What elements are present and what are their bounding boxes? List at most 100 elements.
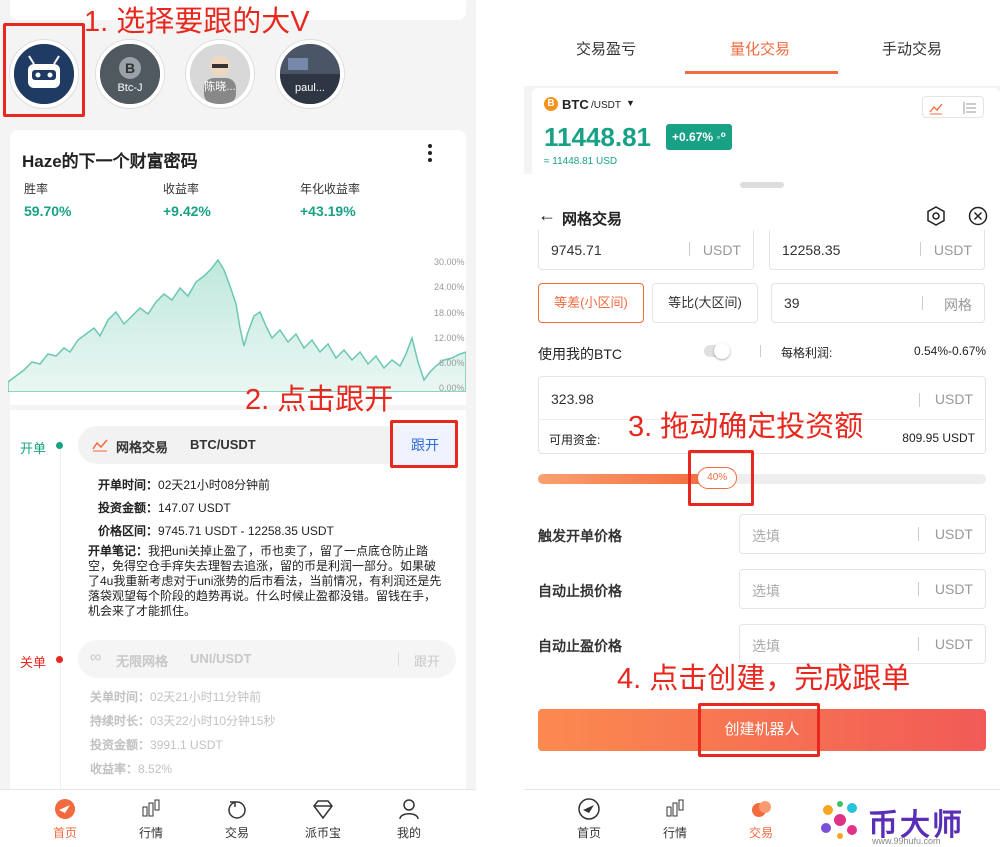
user-icon (399, 799, 419, 820)
closed-follow-button[interactable]: 跟开 (414, 651, 440, 670)
top-tab-bar: 交易盈亏 量化交易 手动交易 (524, 0, 1000, 86)
watermark: 币大师 www.99hufu.com (814, 794, 1000, 847)
ticker-symbol[interactable]: BTC (562, 97, 589, 112)
tab-market[interactable]: 行情 (640, 798, 710, 841)
take-profit-unit: USDT (934, 636, 973, 652)
open-status-label: 开单 (20, 441, 47, 456)
grid-trade-icon (92, 439, 108, 452)
list-icon[interactable] (963, 101, 977, 115)
dropdown-caret-icon[interactable]: ▼ (626, 98, 635, 108)
home-logo-icon (578, 798, 600, 820)
annotation-step2: 2. 点击跟开 (245, 384, 394, 416)
use-btc-label: 使用我的BTC (538, 346, 622, 362)
trigger-price-field[interactable]: 选填 USDT (739, 514, 986, 554)
tab-trade[interactable]: 交易 (726, 798, 796, 841)
high-price-unit: USDT (933, 242, 972, 258)
tab-manual[interactable]: 手动交易 (882, 38, 942, 59)
highlight-create-box (698, 703, 820, 757)
low-price-value: 9745.71 (551, 242, 602, 258)
detail-row: 价格区间：9745.71 USDT - 12258.35 USDT (98, 520, 334, 543)
return-label: 收益率 (163, 182, 200, 196)
closed-trade-pill[interactable]: ∞ 无限网格 UNI/USDT 跟开 (78, 640, 456, 678)
detail-key: 持续时长： (90, 714, 151, 728)
divider (918, 637, 919, 651)
closed-status-label: 关单 (20, 655, 47, 670)
line-chart-icon[interactable] (929, 101, 943, 115)
win-rate-value: 59.70% (24, 203, 72, 219)
open-pair: BTC/USDT (190, 437, 256, 452)
mode-geometric-button[interactable]: 等比(大区间) (652, 283, 758, 323)
stop-loss-field[interactable]: 选填 USDT (739, 569, 986, 609)
divider (918, 582, 919, 596)
chart-y-axis: 30.00% 24.00% 18.00% 12.00% 6.00% 0.00% (434, 250, 465, 402)
available-label: 可用资金: (549, 433, 601, 447)
low-price-field[interactable]: 9745.71 USDT (538, 230, 754, 270)
detail-row: 持续时长：03天22小时10分钟15秒 (90, 709, 275, 733)
closed-strategy: 无限网格 (116, 654, 169, 669)
back-arrow-icon[interactable]: ← (538, 205, 556, 226)
y-tick: 6.00% (439, 358, 465, 369)
y-tick: 0.00% (439, 383, 465, 394)
closed-status-dot (56, 656, 63, 663)
grid-count-field[interactable]: 39 网格 (771, 283, 985, 323)
mode-arithmetic-button[interactable]: 等差(小区间) (538, 283, 644, 323)
tab-label: 首页 (576, 826, 601, 840)
ticker-card: B BTC /USDT ▼ 11448.81 +0.67% ◦⁰ ≈ 11448… (532, 88, 1000, 174)
candlestick-icon (142, 799, 160, 817)
avatar-paul[interactable]: paul... (276, 40, 344, 108)
detail-row: 投资金额：3991.1 USDT (90, 733, 275, 757)
tab-home[interactable]: 首页 (554, 798, 624, 841)
divider (922, 296, 923, 310)
close-icon[interactable] (968, 206, 988, 226)
active-tab-indicator (685, 71, 838, 74)
available-value: 809.95 USDT (902, 431, 975, 445)
stop-loss-unit: USDT (934, 581, 973, 597)
annotation-step1: 1. 选择要跟的大V (84, 6, 310, 38)
home-logo-icon (55, 799, 75, 819)
candlestick-icon (666, 799, 684, 817)
tab-label: 派币宝 (304, 826, 341, 840)
divider (920, 242, 921, 256)
avatar-label: paul... (295, 82, 325, 94)
avatar-chen[interactable]: 陈晓... (186, 40, 254, 108)
detail-key: 价格区间： (98, 524, 159, 538)
stop-loss-placeholder: 选填 (752, 583, 780, 599)
trigger-price-unit: USDT (934, 526, 973, 542)
infinity-icon: ∞ (90, 649, 102, 666)
more-icon[interactable] (428, 144, 434, 162)
grid-count-value: 39 (784, 295, 800, 311)
detail-value: 03天22小时10分钟15秒 (150, 714, 276, 728)
tab-pnl[interactable]: 交易盈亏 (576, 38, 636, 59)
tab-mine[interactable]: 我的 (374, 798, 444, 841)
ticker-quote[interactable]: /USDT (591, 100, 621, 111)
return-value: +9.42% (163, 203, 211, 219)
timeline-line (60, 440, 61, 790)
trader-title: Haze的下一个财富密码 (22, 152, 198, 171)
tab-market[interactable]: 行情 (116, 798, 186, 841)
annual-return-label: 年化收益率 (300, 182, 361, 196)
detail-key: 关单时间： (90, 690, 151, 704)
left-app-screen: B Btc-J 陈晓... paul... Haze的下一个财富密码 胜率 59… (0, 0, 476, 847)
tab-paibibao[interactable]: 派币宝 (288, 798, 358, 841)
grid-count-unit: 网格 (944, 297, 972, 313)
sheet-handle[interactable] (740, 182, 784, 188)
investment-slider-track[interactable]: 40% (538, 467, 986, 489)
take-profit-field[interactable]: 选填 USDT (739, 624, 986, 664)
profit-per-grid-value: 0.54%-0.67% (914, 344, 987, 358)
detail-value: 147.07 USDT (158, 501, 231, 515)
detail-value: 02天21小时08分钟前 (158, 478, 271, 492)
detail-row: 收益率：8.52% (90, 757, 275, 781)
avatar-btc-j[interactable]: B Btc-J (96, 40, 164, 108)
detail-value: 9745.71 USDT - 12258.35 USDT (158, 524, 334, 538)
use-btc-toggle[interactable] (704, 343, 730, 359)
tab-quant[interactable]: 量化交易 (730, 38, 790, 59)
view-toggle[interactable] (922, 96, 984, 118)
chart-mini-icon: ◦⁰ (716, 130, 726, 144)
open-trade-details: 开单时间：02天21小时08分钟前 投资金额：147.07 USDT 价格区间：… (98, 474, 334, 543)
tab-trade[interactable]: 交易 (202, 798, 272, 841)
settings-hex-icon[interactable] (926, 206, 946, 226)
tab-home[interactable]: 首页 (30, 798, 100, 841)
closed-pair: UNI/USDT (190, 651, 252, 666)
tab-label: 交易 (224, 826, 249, 840)
high-price-field[interactable]: 12258.35 USDT (769, 230, 985, 270)
